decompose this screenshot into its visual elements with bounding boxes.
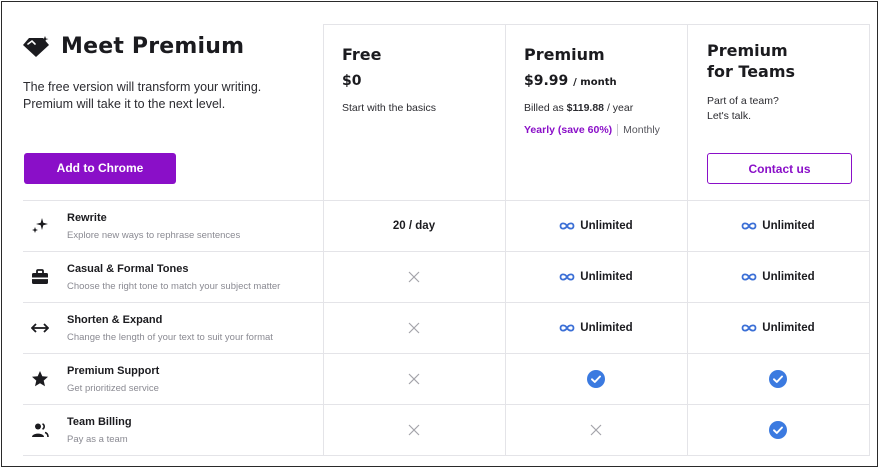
diamond-icon	[23, 35, 49, 57]
feature-cell-teams	[687, 353, 869, 404]
plan-price: $9.99 / month	[524, 73, 684, 89]
plan-subtitle: Part of a team? Let's talk.	[707, 94, 867, 124]
plan-free: Free $0 Start with the basics	[342, 44, 502, 116]
billing-period-toggle: Yearly (save 60%) Monthly	[524, 124, 684, 136]
infinity-icon	[559, 272, 575, 281]
pricing-table: Meet Premium The free version will trans…	[23, 24, 870, 456]
contact-us-button[interactable]: Contact us	[707, 153, 852, 184]
plan-premium: Premium $9.99 / month Billed as $119.88 …	[524, 44, 684, 136]
infinity-icon	[741, 272, 757, 281]
feature-description: Get prioritized service	[67, 383, 159, 394]
add-to-chrome-button[interactable]: Add to Chrome	[24, 153, 176, 184]
people-icon	[31, 421, 49, 439]
cell-value: Unlimited	[580, 270, 633, 283]
cell-value: Unlimited	[580, 321, 633, 334]
feature-cell-teams: Unlimited	[687, 251, 869, 302]
feature-description: Pay as a team	[67, 434, 128, 445]
x-icon	[590, 424, 602, 435]
infinity-icon	[741, 221, 757, 230]
feature-name: Rewrite	[67, 212, 107, 224]
plan-subtitle-line: Let's talk.	[707, 110, 752, 122]
feature-cell-premium	[505, 353, 687, 404]
x-icon	[408, 271, 420, 282]
x-icon	[408, 373, 420, 384]
price-unit: / month	[573, 77, 617, 88]
briefcase-icon	[31, 268, 49, 286]
feature-cell-free: 20 / day	[323, 200, 505, 251]
feature-description: Choose the right tone to match your subj…	[67, 281, 281, 292]
infinity-icon	[741, 323, 757, 332]
cell-value: Unlimited	[762, 321, 815, 334]
feature-cell-free	[323, 302, 505, 353]
billing-monthly-option[interactable]: Monthly	[618, 124, 660, 136]
feature-description: Explore new ways to rephrase sentences	[67, 230, 241, 241]
feature-cell-teams	[687, 404, 869, 455]
feature-cell-premium: Unlimited	[505, 200, 687, 251]
x-icon	[408, 322, 420, 333]
plan-name: Premium	[707, 41, 788, 60]
plan-price: $0	[342, 73, 362, 89]
feature-cell-teams: Unlimited	[687, 302, 869, 353]
row-divider	[323, 24, 870, 25]
row-divider	[23, 455, 870, 456]
feature-name: Premium Support	[67, 365, 160, 377]
feature-name: Team Billing	[67, 416, 132, 428]
plan-teams: Premium for Teams Part of a team? Let's …	[707, 40, 867, 124]
feature-description: Change the length of your text to suit y…	[67, 332, 273, 343]
feature-cell-free	[323, 251, 505, 302]
sparkle-icon	[31, 217, 49, 235]
infinity-icon	[559, 323, 575, 332]
plan-subtitle-line: Part of a team?	[707, 95, 779, 107]
cell-value: Unlimited	[580, 219, 633, 232]
cell-value: Unlimited	[762, 219, 815, 232]
plan-name: Premium	[524, 45, 605, 64]
cell-value: 20 / day	[392, 219, 436, 232]
feature-cell-teams: Unlimited	[687, 200, 869, 251]
feature-cell-free	[323, 404, 505, 455]
column-divider	[869, 24, 870, 456]
plan-subtitle: Start with the basics	[342, 102, 436, 114]
page-frame: Meet Premium The free version will trans…	[1, 1, 878, 467]
hero-description: The free version will transform your wri…	[23, 79, 313, 113]
hero-description-line: Premium will take it to the next level.	[23, 97, 226, 111]
feature-cell-premium: Unlimited	[505, 302, 687, 353]
check-circle-icon	[769, 369, 787, 388]
infinity-icon	[559, 221, 575, 230]
x-icon	[408, 424, 420, 435]
arrows-horizontal-icon	[30, 319, 50, 337]
check-circle-icon	[769, 420, 787, 439]
cell-value: Unlimited	[762, 270, 815, 283]
hero-heading: Meet Premium	[23, 34, 244, 59]
feature-name: Shorten & Expand	[67, 314, 163, 326]
star-icon	[31, 370, 49, 388]
feature-name: Casual & Formal Tones	[67, 263, 189, 275]
billing-prefix: Billed as	[524, 102, 564, 114]
price-amount: $9.99	[524, 73, 569, 89]
feature-cell-free	[323, 353, 505, 404]
billing-note: Billed as $119.88 / year	[524, 101, 684, 116]
feature-cell-premium: Unlimited	[505, 251, 687, 302]
plan-name: for Teams	[707, 62, 796, 81]
check-circle-icon	[587, 369, 605, 388]
page-title: Meet Premium	[61, 34, 245, 59]
billing-amount: $119.88	[566, 102, 605, 114]
plan-name: Free	[342, 45, 382, 64]
feature-cell-premium	[505, 404, 687, 455]
billing-yearly-option[interactable]: Yearly (save 60%)	[524, 124, 619, 136]
hero-description-line: The free version will transform your wri…	[23, 80, 262, 94]
billing-suffix: / year	[606, 102, 634, 114]
